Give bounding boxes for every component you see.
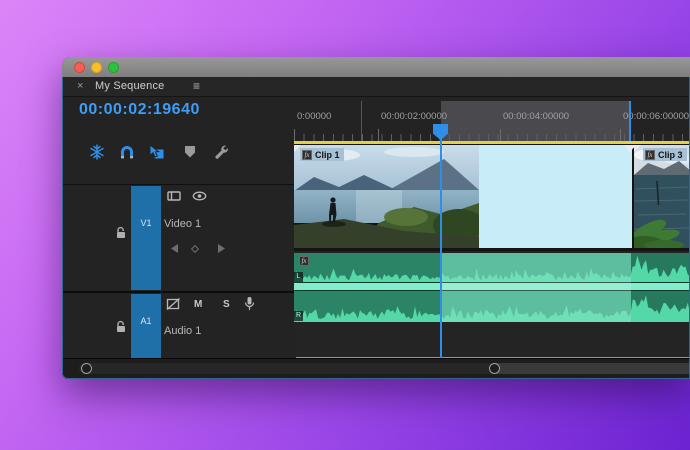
fx-badge-icon[interactable]: fx <box>645 149 655 160</box>
premiere-timeline-window: × My Sequence ≡ 00:00:02:19640 V1 Video … <box>62 57 690 379</box>
ruler-label: 0:00000 <box>297 111 332 122</box>
audio-selected-region <box>441 253 631 322</box>
track-header-column: 00:00:02:19640 V1 Video 1 A1 M S Audio 1 <box>63 98 294 378</box>
scrollbar-range[interactable] <box>495 363 689 374</box>
a1-mute-waveform-icon[interactable] <box>166 297 181 311</box>
a1-track-name: Audio 1 <box>164 325 202 337</box>
fx-badge-icon[interactable]: fx <box>302 149 312 160</box>
ruler-marker-line <box>361 101 362 141</box>
add-keyframe-icon[interactable] <box>191 245 199 253</box>
close-tab-icon[interactable]: × <box>77 80 83 92</box>
timeline-settings-wrench-icon[interactable] <box>214 144 230 160</box>
ruler-label: 00:00:04:00000 <box>503 111 570 122</box>
a1-mute-button[interactable]: M <box>194 299 202 310</box>
v1-track-name: Video 1 <box>164 218 202 230</box>
clip3-name: Clip 3 <box>658 149 683 160</box>
panel-menu-icon[interactable]: ≡ <box>193 79 200 93</box>
video-track-v1: fx Clip 1 fx Clip 3 <box>294 144 689 251</box>
fx-badge-icon[interactable]: fx <box>299 256 309 266</box>
audio-track-a1: fx L R <box>294 253 689 322</box>
timeline-panel: × My Sequence ≡ 00:00:02:19640 V1 Video … <box>62 77 690 379</box>
master-track-lane <box>294 322 689 359</box>
playhead-timecode[interactable]: 00:00:02:19640 <box>79 101 200 119</box>
panel-tab-bar: × My Sequence ≡ <box>63 77 689 97</box>
clip1-selected-region <box>479 145 632 248</box>
scrollbar-right-handle[interactable] <box>489 363 500 374</box>
playhead-line[interactable] <box>440 129 442 358</box>
time-ruler[interactable]: 0:00000 00:00:02:00000 00:00:04:00000 00… <box>294 98 690 141</box>
v1-lock-icon[interactable] <box>115 226 127 239</box>
v1-toggle-output-eye-icon[interactable] <box>192 190 207 202</box>
clip-in-marker <box>634 145 641 152</box>
snap-magnet-icon[interactable] <box>119 144 135 160</box>
right-channel-badge: R <box>294 311 303 321</box>
desktop-background: × My Sequence ≡ 00:00:02:19640 V1 Video … <box>0 0 690 450</box>
selection-end-line <box>629 101 631 141</box>
horizontal-scrollbar-row <box>63 358 689 378</box>
linked-selection-icon[interactable] <box>149 144 165 160</box>
left-channel-badge: L <box>294 272 303 282</box>
minimize-window-button[interactable] <box>91 62 102 73</box>
add-marker-icon[interactable] <box>182 144 198 160</box>
video-clip-1[interactable]: fx Clip 1 <box>294 145 632 248</box>
window-titlebar <box>62 57 690 77</box>
v1-sync-lock-icon[interactable] <box>167 190 181 202</box>
a1-lock-icon[interactable] <box>115 320 127 333</box>
timeline-track-area: 0:00000 00:00:02:00000 00:00:04:00000 00… <box>294 98 690 359</box>
ruler-label: 00:00:02:00000 <box>381 111 448 122</box>
horizontal-scrollbar[interactable] <box>79 363 689 374</box>
nest-sequences-icon[interactable] <box>89 144 105 160</box>
zoom-window-button[interactable] <box>108 62 119 73</box>
scrollbar-left-handle[interactable] <box>81 363 92 374</box>
a1-solo-button[interactable]: S <box>223 299 230 310</box>
sequence-tab[interactable]: My Sequence <box>95 80 164 92</box>
v1-track-target[interactable]: V1 <box>131 186 161 290</box>
previous-keyframe-icon[interactable] <box>171 244 179 253</box>
clip1-name: Clip 1 <box>315 149 340 160</box>
clip1-label-chip: fx Clip 1 <box>300 148 344 161</box>
timeline-toolbar <box>63 140 294 163</box>
ruler-label: 00:00:06:00000 <box>623 111 690 122</box>
next-keyframe-icon[interactable] <box>217 244 225 253</box>
clip3-label-chip: fx Clip 3 <box>643 148 687 161</box>
video-clip-3[interactable]: fx Clip 3 <box>634 145 689 248</box>
clip-in-marker <box>294 145 301 152</box>
a1-voiceover-mic-icon[interactable] <box>244 296 255 311</box>
audio-clip[interactable]: fx L R <box>294 253 689 322</box>
close-window-button[interactable] <box>74 62 85 73</box>
a1-track-target[interactable]: A1 <box>131 294 161 362</box>
